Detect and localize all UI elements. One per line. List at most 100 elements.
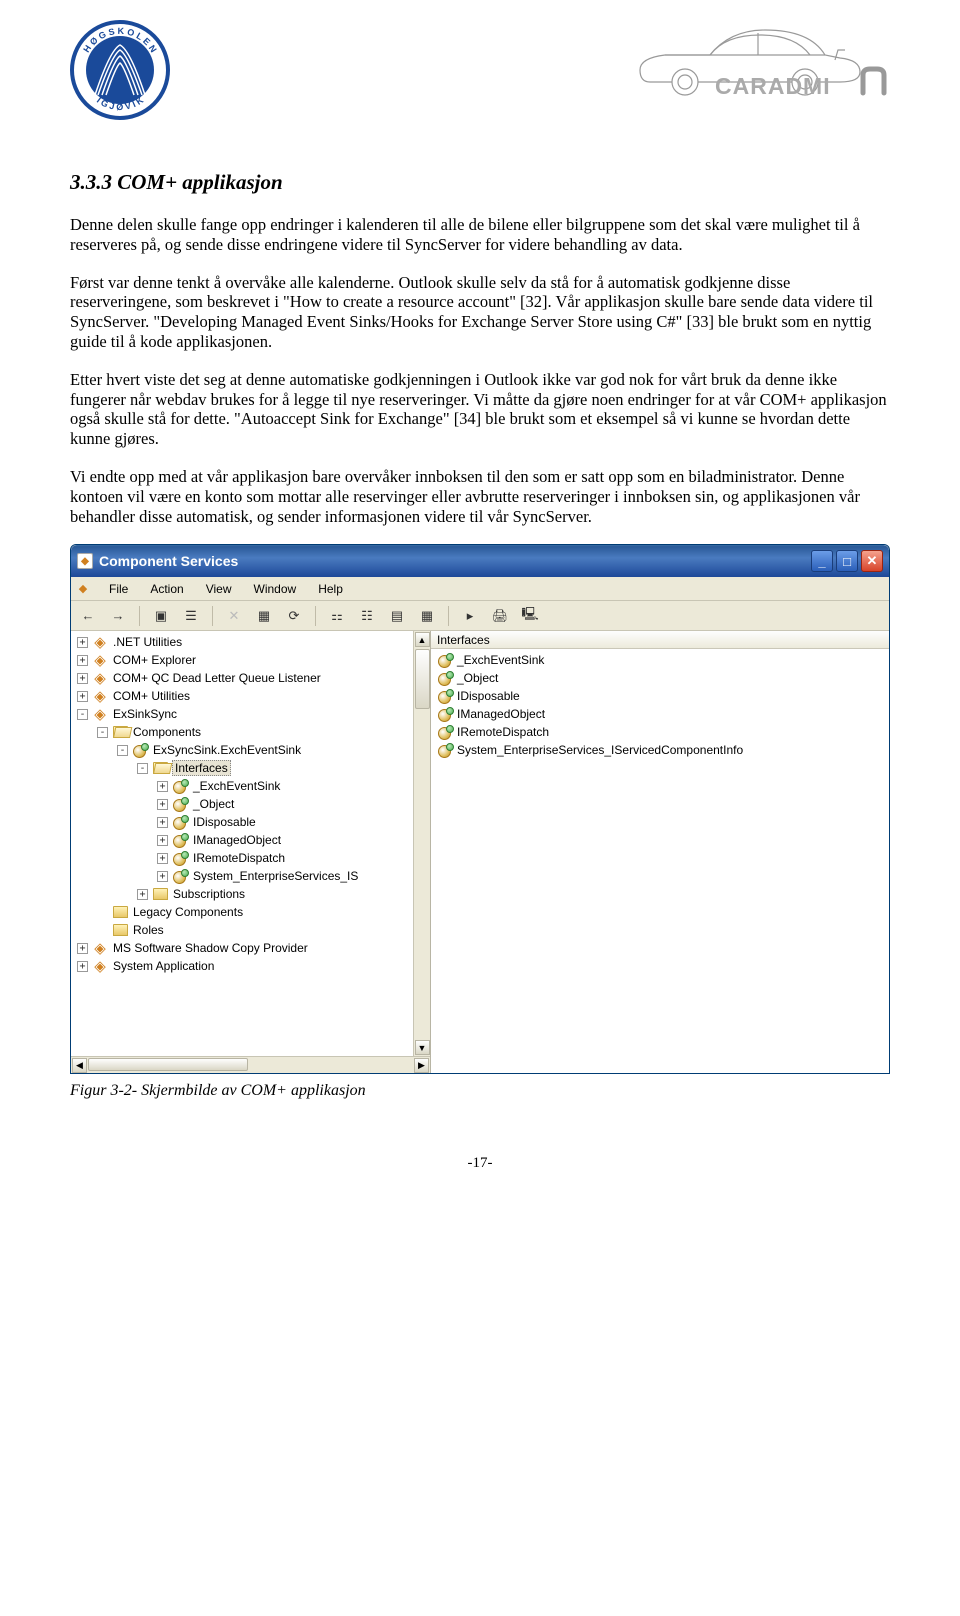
tree-view[interactable]: +◈.NET Utilities+◈COM+ Explorer+◈COM+ QC…: [71, 631, 413, 1056]
menu-file[interactable]: File: [99, 580, 138, 598]
expand-icon[interactable]: +: [157, 817, 168, 828]
tree-item[interactable]: -◈ExSinkSync: [71, 705, 413, 723]
close-button[interactable]: ✕: [861, 550, 883, 572]
expand-icon[interactable]: +: [157, 799, 168, 810]
menu-help[interactable]: Help: [308, 580, 353, 598]
scroll-left-icon[interactable]: ◀: [72, 1058, 87, 1073]
tree-item-label: Legacy Components: [132, 905, 244, 919]
tree-item[interactable]: + IDisposable: [71, 813, 413, 831]
expand-icon[interactable]: +: [157, 835, 168, 846]
menu-action[interactable]: Action: [140, 580, 193, 598]
export-button[interactable]: 🖨: [489, 605, 511, 627]
tree-item-label: IRemoteDispatch: [192, 851, 286, 865]
expand-icon[interactable]: +: [137, 889, 148, 900]
tree-item[interactable]: + IRemoteDispatch: [71, 849, 413, 867]
interface-icon: [172, 797, 188, 811]
expand-icon[interactable]: +: [77, 961, 88, 972]
list-item[interactable]: _Object: [431, 669, 889, 687]
tree-item-label: COM+ Explorer: [112, 653, 197, 667]
expand-icon[interactable]: +: [157, 781, 168, 792]
tree-item[interactable]: +◈COM+ Utilities: [71, 687, 413, 705]
detail-view-button[interactable]: ▤: [386, 605, 408, 627]
window-titlebar[interactable]: ◆ Component Services _ □ ✕: [71, 545, 889, 577]
maximize-button[interactable]: □: [836, 550, 858, 572]
expand-icon[interactable]: +: [157, 871, 168, 882]
tree-item[interactable]: +◈System Application: [71, 957, 413, 975]
page-number: -17-: [70, 1155, 890, 1172]
tree-item[interactable]: +◈COM+ QC Dead Letter Queue Listener: [71, 669, 413, 687]
expand-icon[interactable]: +: [157, 853, 168, 864]
tree-item[interactable]: -ExSyncSink.ExchEventSink: [71, 741, 413, 759]
list-view-button[interactable]: ☷: [356, 605, 378, 627]
tree-item[interactable]: Legacy Components: [71, 903, 413, 921]
list-item[interactable]: IManagedObject: [431, 705, 889, 723]
tree-item[interactable]: +_ExchEventSink: [71, 777, 413, 795]
expand-icon[interactable]: +: [77, 943, 88, 954]
interface-icon: [437, 743, 453, 757]
tree-item[interactable]: - Components: [71, 723, 413, 741]
list-item[interactable]: System_EnterpriseServices_IServicedCompo…: [431, 741, 889, 759]
scroll-thumb[interactable]: [415, 649, 430, 709]
logo-hogskolen-gjovik: H Ø G S K O L E N I G J Ø V I K: [70, 20, 170, 120]
tree-scrollbar-vertical[interactable]: ▲ ▼: [413, 631, 430, 1056]
interface-icon: [437, 653, 453, 667]
list-item[interactable]: IDisposable: [431, 687, 889, 705]
menu-view[interactable]: View: [196, 580, 242, 598]
interface-icon: [437, 689, 453, 703]
scroll-down-icon[interactable]: ▼: [415, 1040, 430, 1055]
tree-item[interactable]: +◈COM+ Explorer: [71, 651, 413, 669]
app-icon: ◆: [77, 553, 93, 569]
paragraph: Denne delen skulle fange opp endringer i…: [70, 215, 890, 255]
com-app-icon: ◈: [92, 689, 108, 703]
refresh-button[interactable]: ⟳: [283, 605, 305, 627]
tree-item[interactable]: +◈MS Software Shadow Copy Provider: [71, 939, 413, 957]
system-menu-icon[interactable]: ◆: [75, 581, 91, 597]
expand-icon[interactable]: +: [77, 655, 88, 666]
tree-item[interactable]: +◈.NET Utilities: [71, 633, 413, 651]
tree-item[interactable]: +_Object: [71, 795, 413, 813]
tree-scrollbar-horizontal[interactable]: ◀ ▶: [71, 1056, 430, 1073]
stop-button[interactable]: ▸: [459, 605, 481, 627]
tree-item[interactable]: Roles: [71, 921, 413, 939]
tree-item[interactable]: -Interfaces: [71, 759, 413, 777]
collapse-icon[interactable]: -: [117, 745, 128, 756]
tile-view-button[interactable]: ▦: [416, 605, 438, 627]
folder-icon: [152, 887, 168, 901]
views-button[interactable]: ☰: [180, 605, 202, 627]
folder-open-icon: [152, 761, 168, 775]
collapse-icon[interactable]: -: [137, 763, 148, 774]
forward-button[interactable]: →: [107, 605, 129, 627]
collapse-icon[interactable]: -: [97, 727, 108, 738]
tree-item-label: IDisposable: [192, 815, 257, 829]
scroll-thumb[interactable]: [88, 1058, 248, 1071]
expand-icon[interactable]: +: [77, 637, 88, 648]
help-button[interactable]: 🖳: [519, 605, 541, 627]
tree-item-label: System_EnterpriseServices_IS: [192, 869, 359, 883]
tree-item[interactable]: + System_EnterpriseServices_IS: [71, 867, 413, 885]
interface-icon: [172, 779, 188, 793]
expand-icon[interactable]: +: [77, 691, 88, 702]
menu-window[interactable]: Window: [244, 580, 307, 598]
properties-button[interactable]: ▦: [253, 605, 275, 627]
expand-icon[interactable]: +: [77, 673, 88, 684]
list-view[interactable]: _ExchEventSink_ObjectIDisposableIManaged…: [431, 649, 889, 1073]
tree-item-label: Components: [132, 725, 202, 739]
back-button[interactable]: ←: [77, 605, 99, 627]
tree-item[interactable]: +Subscriptions: [71, 885, 413, 903]
minimize-button[interactable]: _: [811, 550, 833, 572]
list-item[interactable]: IRemoteDispatch: [431, 723, 889, 741]
icon-view-button[interactable]: ⚏: [326, 605, 348, 627]
up-button[interactable]: ▣: [150, 605, 172, 627]
tree-item-label: IManagedObject: [192, 833, 282, 847]
list-header[interactable]: Interfaces: [431, 631, 889, 649]
toolbar: ← → ▣ ☰ ✕ ▦ ⟳ ⚏ ☷ ▤ ▦ ▸ 🖨 🖳: [71, 601, 889, 631]
tree-item-label: ExSinkSync: [112, 707, 178, 721]
collapse-icon[interactable]: -: [77, 709, 88, 720]
delete-button[interactable]: ✕: [223, 605, 245, 627]
tree-item-label: System Application: [112, 959, 215, 973]
scroll-up-icon[interactable]: ▲: [415, 632, 430, 647]
list-item[interactable]: _ExchEventSink: [431, 651, 889, 669]
paragraph: Etter hvert viste det seg at denne autom…: [70, 370, 890, 449]
scroll-right-icon[interactable]: ▶: [414, 1058, 429, 1073]
tree-item[interactable]: + IManagedObject: [71, 831, 413, 849]
